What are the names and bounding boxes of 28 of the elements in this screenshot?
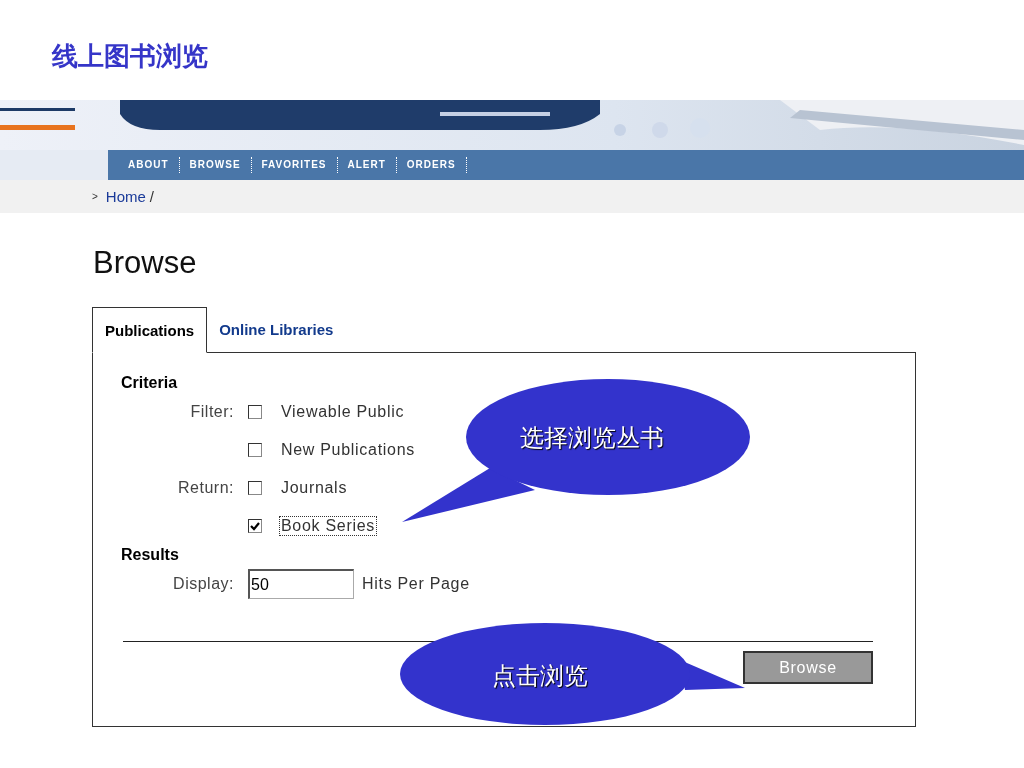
tab[interactable]: Publications [92, 307, 208, 353]
checkbox-label[interactable]: New Publications [280, 441, 416, 459]
section-title: Results [121, 546, 179, 563]
slide-title: 线上图书浏览 [52, 41, 208, 71]
section-title: Criteria [121, 374, 178, 391]
home-link[interactable]: Home [105, 188, 146, 205]
callout-text: 点击浏览 [492, 661, 588, 692]
checkbox[interactable] [248, 443, 262, 457]
page-heading: Browse [93, 245, 197, 281]
checkbox-label[interactable]: Book Series [280, 517, 376, 535]
nav-link[interactable]: FAVORITES [251, 157, 338, 173]
checkbox[interactable] [248, 519, 262, 533]
breadcrumb-marker: > [92, 191, 98, 202]
checkbox-label[interactable]: Journals [280, 479, 349, 497]
hits-input[interactable]: 50 [248, 569, 354, 599]
field-label: Return: [178, 479, 234, 496]
field-label: Display: [173, 575, 234, 592]
checkbox[interactable] [248, 481, 262, 495]
nav-link[interactable]: BROWSE [179, 157, 252, 173]
checkbox[interactable] [248, 405, 262, 419]
field-suffix: Hits Per Page [362, 575, 470, 593]
checkbox-label[interactable]: Viewable Public [280, 403, 406, 421]
breadcrumb-separator: / [149, 188, 155, 205]
callout-text: 选择浏览丛书 [520, 423, 664, 454]
nav-link[interactable]: ABOUT [118, 157, 180, 173]
nav-link[interactable]: ORDERS [396, 157, 467, 173]
nav-link[interactable]: ALERT [337, 157, 397, 173]
field-label: Filter: [190, 403, 234, 420]
